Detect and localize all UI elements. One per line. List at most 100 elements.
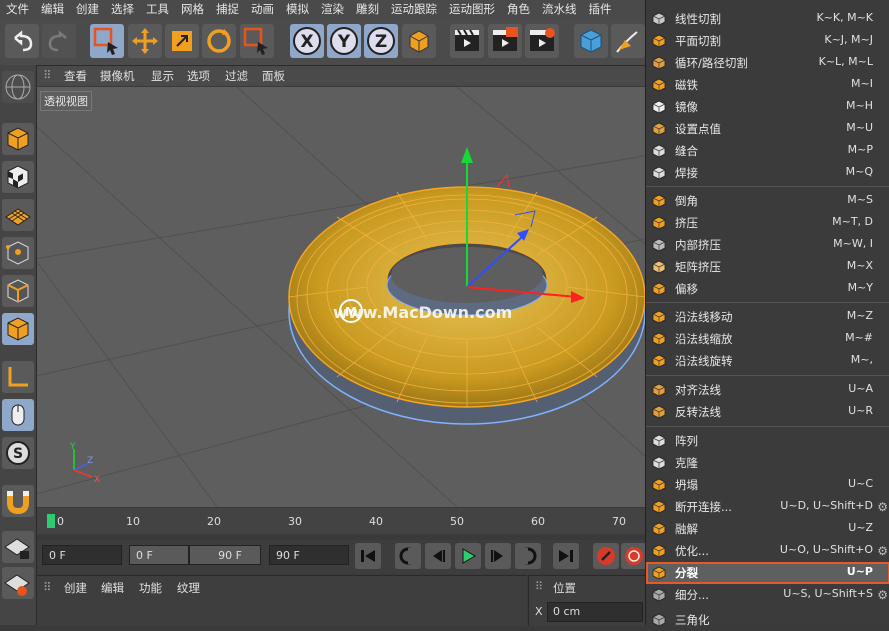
go-to-end-button[interactable] [553,543,579,569]
menu-item-plane-cut[interactable]: 平面切割 K~J, M~J [646,30,889,52]
menu-item-clone[interactable]: 克隆 [646,452,889,474]
coordinate-system-button[interactable] [402,24,436,58]
range-end-field[interactable]: 90 F [189,545,261,565]
render-to-picture-viewer-button[interactable] [488,24,522,58]
menu-simulate[interactable]: 模拟 [280,0,315,19]
menu-mesh[interactable]: 网格 [175,0,210,19]
menu-item-optimize[interactable]: 优化... U~O, U~Shift+O ⚙ [646,540,889,562]
next-frame-button[interactable] [485,543,511,569]
range-start-field[interactable]: 0 F [129,545,189,565]
menu-item-knife[interactable]: 线性切割 K~K, M~K [646,8,889,30]
y-axis-lock-button[interactable]: Y [327,24,361,58]
live-selection-button[interactable] [90,24,124,58]
material-menu-function[interactable]: 功能 [139,580,162,596]
menu-item-collapse[interactable]: 坍塌 U~C [646,474,889,496]
menu-item-matrix-extrude[interactable]: 矩阵挤压 M~X [646,256,889,278]
render-settings-button[interactable] [525,24,559,58]
menu-item-inner-extrude[interactable]: 内部挤压 M~W, I [646,234,889,256]
gear-icon[interactable]: ⚙ [877,500,888,514]
material-menu-create[interactable]: 创建 [64,580,87,596]
gear-icon[interactable]: ⚙ [877,588,888,602]
perspective-viewport[interactable]: Y Z X M [37,87,645,507]
globe-icon[interactable] [2,71,34,103]
menu-item-triangulate[interactable]: 三角化 [646,609,889,631]
menu-file[interactable]: 文件 [0,0,35,19]
go-to-start-button[interactable] [355,543,381,569]
menu-item-disconnect[interactable]: 断开连接... U~D, U~Shift+D ⚙ [646,496,889,518]
menu-item-subdivide[interactable]: 细分... U~S, U~Shift+S ⚙ [646,584,889,606]
move-tool-button[interactable] [128,24,162,58]
prev-frame-button[interactable] [425,543,451,569]
menu-character[interactable]: 角色 [501,0,536,19]
recent-tool-button[interactable] [240,24,274,58]
playhead-marker[interactable] [47,514,55,528]
tweak-mode-button[interactable] [2,399,34,431]
menu-create[interactable]: 创建 [70,0,105,19]
viewport-menu-view[interactable]: 查看 [64,68,87,84]
texture-mode-button[interactable] [2,161,34,193]
workplane-mode-button[interactable] [2,199,34,231]
x-axis-lock-button[interactable]: X [290,24,324,58]
menu-render[interactable]: 渲染 [315,0,350,19]
workplane-lock-button[interactable] [2,531,34,563]
viewport-menu-camera[interactable]: 摄像机 [100,68,135,84]
menu-item-melt[interactable]: 融解 U~Z [646,518,889,540]
menu-item-extrude[interactable]: 挤压 M~T, D [646,212,889,234]
menu-item-weld[interactable]: 焊接 M~Q [646,162,889,184]
menu-edit[interactable]: 编辑 [35,0,70,19]
menu-select[interactable]: 选择 [105,0,140,19]
viewport-menu-options[interactable]: 选项 [187,68,210,84]
gear-icon[interactable]: ⚙ [877,544,888,558]
polygons-mode-button[interactable] [2,313,34,345]
rotate-tool-button[interactable] [202,24,236,58]
menu-animate[interactable]: 动画 [245,0,280,19]
menu-motion-tracking[interactable]: 运动跟踪 [385,0,443,19]
menu-item-normal-scale[interactable]: 沿法线缩放 M~# [646,328,889,350]
z-axis-lock-button[interactable]: Z [364,24,398,58]
enable-axis-button[interactable] [2,361,34,393]
model-mode-button[interactable] [2,123,34,155]
menu-item-split[interactable]: 分裂 U~P [646,562,889,584]
menu-pipeline[interactable]: 流水线 [536,0,583,19]
undo-button[interactable] [5,24,39,58]
current-frame-field[interactable]: 0 F [42,545,122,565]
points-mode-button[interactable] [2,237,34,269]
timeline-ruler[interactable]: 0 10 20 30 40 50 60 70 [37,508,645,534]
render-view-button[interactable] [450,24,484,58]
menu-item-mirror[interactable]: 镜像 M~H [646,96,889,118]
menu-item-normal-rotate[interactable]: 沿法线旋转 M~, [646,350,889,372]
menu-snap[interactable]: 捕捉 [210,0,245,19]
snap-button[interactable] [2,485,34,517]
material-menu-edit[interactable]: 编辑 [101,580,124,596]
viewport-menu-panel[interactable]: 面板 [262,68,285,84]
menu-item-loop-cut[interactable]: 循环/路径切割 K~L, M~L [646,52,889,74]
menu-item-align-normals[interactable]: 对齐法线 U~A [646,379,889,401]
menu-item-stitch[interactable]: 缝合 M~P [646,140,889,162]
redo-button[interactable] [42,24,76,58]
workplane-grid-button[interactable] [2,567,34,599]
end-frame-field[interactable]: 90 F [269,545,349,565]
next-key-button[interactable] [515,543,541,569]
menu-item-bevel[interactable]: 倒角 M~S [646,190,889,212]
viewport-menu-display[interactable]: 显示 [151,68,174,84]
scale-tool-button[interactable] [165,24,199,58]
menu-item-magnet[interactable]: 磁铁 M~I [646,74,889,96]
pen-spline-button[interactable] [611,24,645,58]
cube-object-button[interactable] [574,24,608,58]
prev-key-button[interactable] [395,543,421,569]
menu-mograph[interactable]: 运动图形 [443,0,501,19]
position-x-field[interactable]: 0 cm [547,602,643,622]
menu-item-reverse-normals[interactable]: 反转法线 U~R [646,401,889,423]
play-button[interactable] [455,543,481,569]
edges-mode-button[interactable] [2,275,34,307]
auto-key-button[interactable] [621,543,647,569]
menu-item-normal-move[interactable]: 沿法线移动 M~Z [646,306,889,328]
material-menu-texture[interactable]: 纹理 [177,580,200,596]
menu-item-set-point[interactable]: 设置点值 M~U [646,118,889,140]
menu-plugins[interactable]: 插件 [583,0,618,19]
menu-sculpt[interactable]: 雕刻 [350,0,385,19]
menu-tools[interactable]: 工具 [140,0,175,19]
solo-button[interactable]: S [2,437,34,469]
viewport-menu-filter[interactable]: 过滤 [225,68,248,84]
record-keys-button[interactable] [593,543,619,569]
